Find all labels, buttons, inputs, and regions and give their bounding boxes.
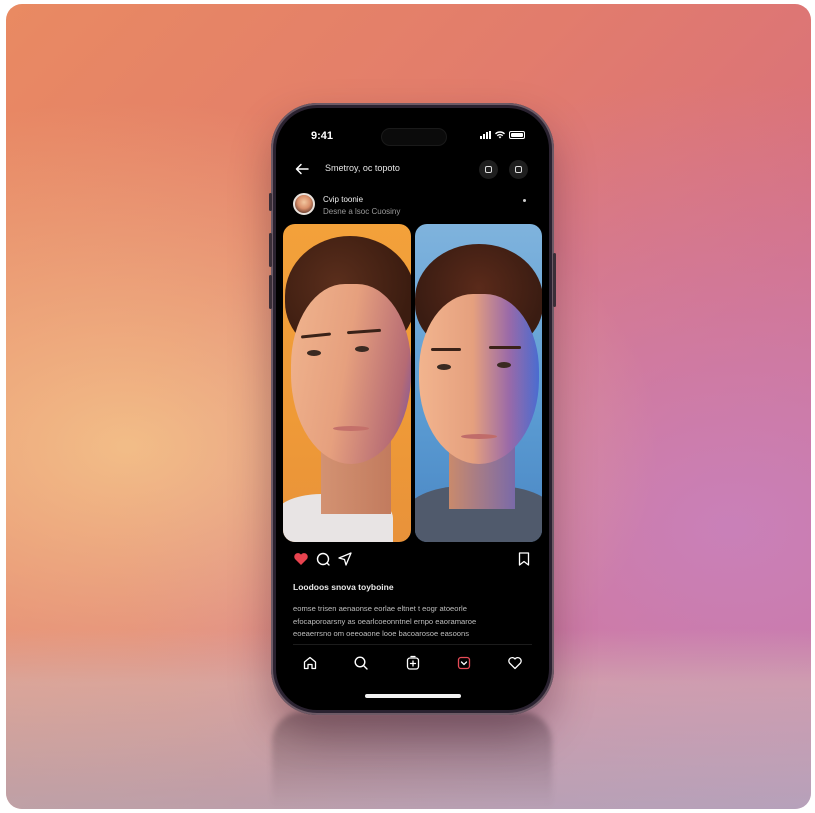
top-bar: Smetroy, oc topoto (276, 159, 549, 181)
tab-home[interactable] (300, 653, 320, 673)
square-icon (485, 166, 492, 173)
comment-icon[interactable] (315, 551, 331, 567)
portrait-brow (488, 346, 521, 349)
wifi-icon (495, 131, 505, 139)
volume-down-button (269, 275, 272, 309)
caption-line: efocaporoarsny as oearlcoeonntnel ernpo … (293, 616, 477, 626)
caption-text: eomse trisen aenaonse eorlae eltnet t eo… (293, 603, 527, 641)
post-actions (293, 551, 532, 569)
tab-create[interactable] (403, 653, 423, 673)
phone-screen: 9:41 Smetroy, oc topoto Cvip toonie Desn… (276, 108, 549, 710)
topbar-action-button[interactable] (509, 160, 528, 179)
phone-reflection (272, 712, 552, 807)
post-media (283, 224, 542, 542)
portrait-brow (430, 348, 461, 351)
portrait-lips (333, 426, 369, 431)
portrait-face (291, 284, 411, 464)
battery-icon (509, 131, 525, 139)
signal-icon (480, 131, 491, 139)
portrait-eye (496, 362, 511, 368)
like-heart-icon[interactable] (293, 551, 309, 567)
tab-reels[interactable] (454, 653, 474, 673)
tab-search[interactable] (351, 653, 371, 673)
portrait-eye (307, 350, 321, 356)
divider (293, 644, 532, 645)
square-icon (515, 166, 522, 173)
dynamic-island (381, 128, 447, 146)
add-post-icon (406, 655, 419, 670)
arrow-left-icon[interactable] (293, 160, 311, 178)
tab-activity[interactable] (505, 653, 525, 673)
portrait-warm[interactable] (283, 224, 411, 542)
status-time: 9:41 (311, 130, 334, 142)
search-icon (354, 656, 368, 670)
heart-icon (508, 656, 522, 670)
avatar[interactable] (293, 193, 315, 215)
portrait-lips (460, 434, 497, 439)
topbar-action-button[interactable] (479, 160, 498, 179)
page-title: Smetroy, oc topoto (325, 163, 400, 173)
home-icon (303, 656, 317, 670)
author-subtitle: Desne a lsoc Cuosiny (323, 207, 401, 216)
phone-device: 9:41 Smetroy, oc topoto Cvip toonie Desn… (269, 103, 556, 715)
reels-icon (457, 656, 470, 670)
bookmark-icon[interactable] (516, 551, 532, 567)
post-header: Cvip toonie Desne a lsoc Cuosiny (293, 193, 532, 219)
system-icons (480, 131, 525, 139)
portrait-eye (436, 364, 451, 370)
portrait-cool[interactable] (414, 224, 542, 542)
portrait-eye (355, 346, 369, 352)
status-bar: 9:41 (276, 128, 549, 146)
volume-up-button (269, 233, 272, 267)
power-button (553, 253, 556, 307)
author-name[interactable]: Cvip toonie (323, 195, 363, 204)
share-icon[interactable] (337, 551, 353, 567)
tab-bar (300, 653, 525, 673)
home-indicator[interactable] (364, 694, 461, 698)
caption-line: eoeaerrsno om oeeoaone looe bacoarosoe e… (293, 629, 470, 638)
caption-line: eomse trisen aenaonse eorlae eltnet t eo… (293, 604, 467, 613)
mute-switch (269, 193, 272, 211)
caption-title: Loodoos snova toyboine (293, 582, 394, 592)
more-options-icon[interactable] (523, 199, 526, 202)
